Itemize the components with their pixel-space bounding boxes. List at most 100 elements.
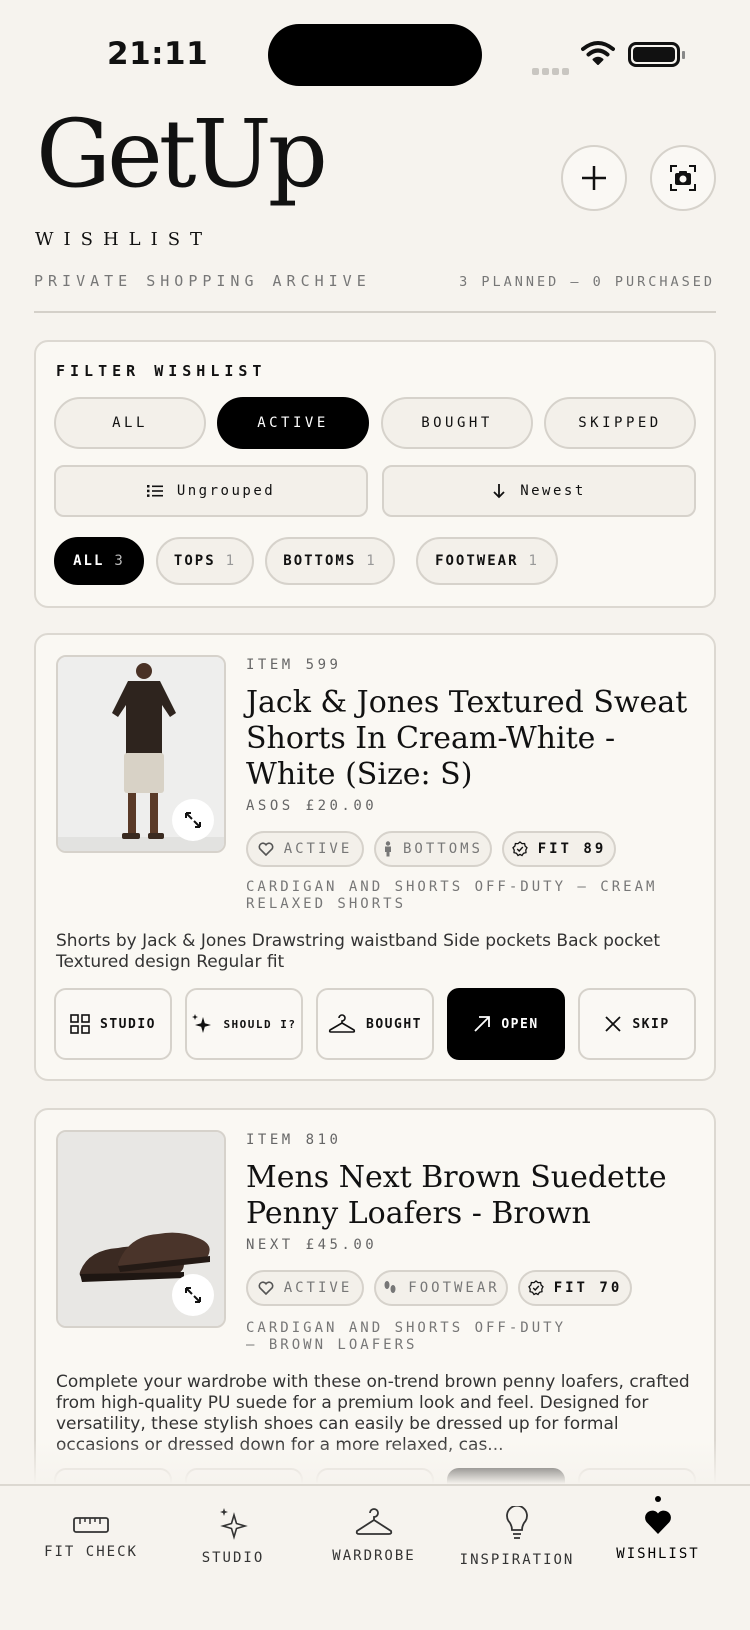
skip-button-label: SKIP <box>632 1016 670 1032</box>
item-title: Mens Next Brown Suedette Penny Loafers -… <box>246 1160 667 1231</box>
category-chip-bottoms[interactable]: BOTTOMS 1 <box>265 537 395 585</box>
verified-badge-icon <box>511 841 528 857</box>
group-toggle-button[interactable]: Ungrouped <box>54 465 368 517</box>
app-logo: GetUp <box>36 100 328 209</box>
category-count: 3 <box>114 553 125 569</box>
nav-item-wardrobe[interactable]: WARDROBE <box>304 1506 444 1564</box>
category-label: FOOTWEAR <box>435 553 519 569</box>
nav-label: INSPIRATION <box>459 1552 575 1568</box>
wishlist-counts: 3 PLANNED — 0 PURCHASED <box>459 274 715 290</box>
sort-button[interactable]: Newest <box>382 465 696 517</box>
expand-image-button[interactable] <box>172 799 214 841</box>
nav-label: FIT CHECK <box>44 1544 138 1560</box>
expand-arrows-icon <box>185 1287 201 1303</box>
status-filter-skipped[interactable]: SKIPPED <box>544 397 696 449</box>
close-icon <box>605 1016 621 1032</box>
camera-scan-icon <box>670 165 696 191</box>
status-bar: 21:11 <box>0 0 750 90</box>
status-filter-bought[interactable]: BOUGHT <box>381 397 533 449</box>
sort-label: Newest <box>520 483 586 499</box>
footprints-icon <box>384 1281 396 1293</box>
outfit-reference: CARDIGAN AND SHORTS OFF-DUTY — CREAM REL… <box>246 879 658 912</box>
item-title: Jack & Jones Textured Sweat Shorts In Cr… <box>246 685 688 792</box>
category-label: ALL <box>73 553 105 569</box>
fit-score-badge: FIT 70 <box>518 1270 632 1306</box>
category-chip-all[interactable]: ALL 3 <box>54 537 144 585</box>
nav-label: STUDIO <box>201 1550 265 1566</box>
status-tag-label: ACTIVE <box>283 1280 353 1296</box>
page-subtitle: WISHLIST <box>35 229 213 250</box>
bought-button-label: BOUGHT <box>366 1016 422 1032</box>
item-price: NEXT £45.00 <box>246 1237 378 1253</box>
item-description: Shorts by Jack & Jones Drawstring waistb… <box>56 931 660 972</box>
heart-outline-icon <box>258 1281 274 1295</box>
item-number: ITEM 810 <box>246 1132 342 1148</box>
status-time: 21:11 <box>107 36 209 72</box>
status-filter-active[interactable]: ACTIVE <box>217 397 369 449</box>
active-indicator-dot <box>655 1496 661 1502</box>
arrow-down-icon <box>493 484 505 499</box>
expand-image-button[interactable] <box>172 1274 214 1316</box>
list-icon <box>146 485 163 497</box>
fit-score-badge: FIT 89 <box>502 831 616 867</box>
wifi-icon <box>581 41 615 65</box>
category-tag: BOTTOMS <box>374 831 492 867</box>
dynamic-island <box>268 24 482 86</box>
nav-item-inspiration[interactable]: INSPIRATION <box>447 1504 587 1568</box>
studio-button[interactable]: STUDIO <box>54 988 172 1060</box>
skip-button[interactable]: SKIP <box>578 988 696 1060</box>
plus-icon <box>582 166 606 190</box>
sparkle-icon <box>192 1014 212 1033</box>
battery-icon <box>628 42 685 67</box>
category-count: 1 <box>528 553 539 569</box>
lightbulb-icon <box>506 1504 528 1539</box>
nav-item-fit-check[interactable]: FIT CHECK <box>21 1516 161 1560</box>
product-image[interactable] <box>56 655 226 853</box>
open-link-button[interactable]: OPEN <box>447 988 565 1060</box>
fit-score-label: FIT 89 <box>537 841 607 857</box>
arrow-up-right-icon <box>474 1016 491 1032</box>
hanger-icon <box>328 1014 356 1033</box>
add-item-button[interactable] <box>561 145 627 211</box>
should-i-button-label: SHOULD I? <box>223 1017 297 1031</box>
scan-camera-button[interactable] <box>650 145 716 211</box>
item-price: ASOS £20.00 <box>246 798 378 814</box>
category-chip-footwear[interactable]: FOOTWEAR 1 <box>416 537 558 585</box>
expand-arrows-icon <box>185 812 201 828</box>
wishlist-item-card: ITEM 599 Jack & Jones Textured Sweat Sho… <box>34 633 716 1081</box>
status-tag: ACTIVE <box>246 831 364 867</box>
open-button-label: OPEN <box>501 1016 539 1032</box>
category-tag: FOOTWEAR <box>374 1270 508 1306</box>
should-i-button[interactable]: SHOULD I? <box>185 988 303 1060</box>
archive-label: PRIVATE SHOPPING ARCHIVE <box>34 272 371 290</box>
cellular-signal-icon <box>532 60 572 79</box>
nav-label: WISHLIST <box>616 1546 700 1562</box>
category-label: TOPS <box>173 553 216 569</box>
category-tag-label: FOOTWEAR <box>408 1280 500 1296</box>
heart-outline-icon <box>258 842 274 856</box>
sparkle-icon <box>220 1508 248 1540</box>
fit-score-label: FIT 70 <box>553 1280 623 1296</box>
heart-filled-icon <box>645 1510 671 1534</box>
bought-button[interactable]: BOUGHT <box>316 988 434 1060</box>
status-filter-all[interactable]: ALL <box>54 397 206 449</box>
verified-badge-icon <box>527 1280 544 1296</box>
nav-item-wishlist[interactable]: WISHLIST <box>588 1496 728 1562</box>
grid-icon <box>70 1014 90 1034</box>
status-tag-label: ACTIVE <box>283 841 353 857</box>
filter-title: FILTER WISHLIST <box>56 362 267 380</box>
scroll-fade <box>0 1440 750 1484</box>
group-label: Ungrouped <box>176 483 276 499</box>
outfit-reference: CARDIGAN AND SHORTS OFF-DUTY — BROWN LOA… <box>246 1320 567 1353</box>
filter-card: FILTER WISHLIST ALL ACTIVE BOUGHT SKIPPE… <box>34 340 716 608</box>
header-divider <box>34 311 716 313</box>
category-tag-label: BOTTOMS <box>402 841 483 857</box>
nav-label: WARDROBE <box>332 1548 416 1564</box>
nav-item-studio[interactable]: STUDIO <box>163 1506 303 1566</box>
ruler-icon <box>73 1517 109 1533</box>
status-tag: ACTIVE <box>246 1270 364 1306</box>
studio-button-label: STUDIO <box>100 1016 156 1032</box>
product-image[interactable] <box>56 1130 226 1328</box>
category-chip-tops[interactable]: TOPS 1 <box>156 537 254 585</box>
person-icon <box>384 841 391 857</box>
